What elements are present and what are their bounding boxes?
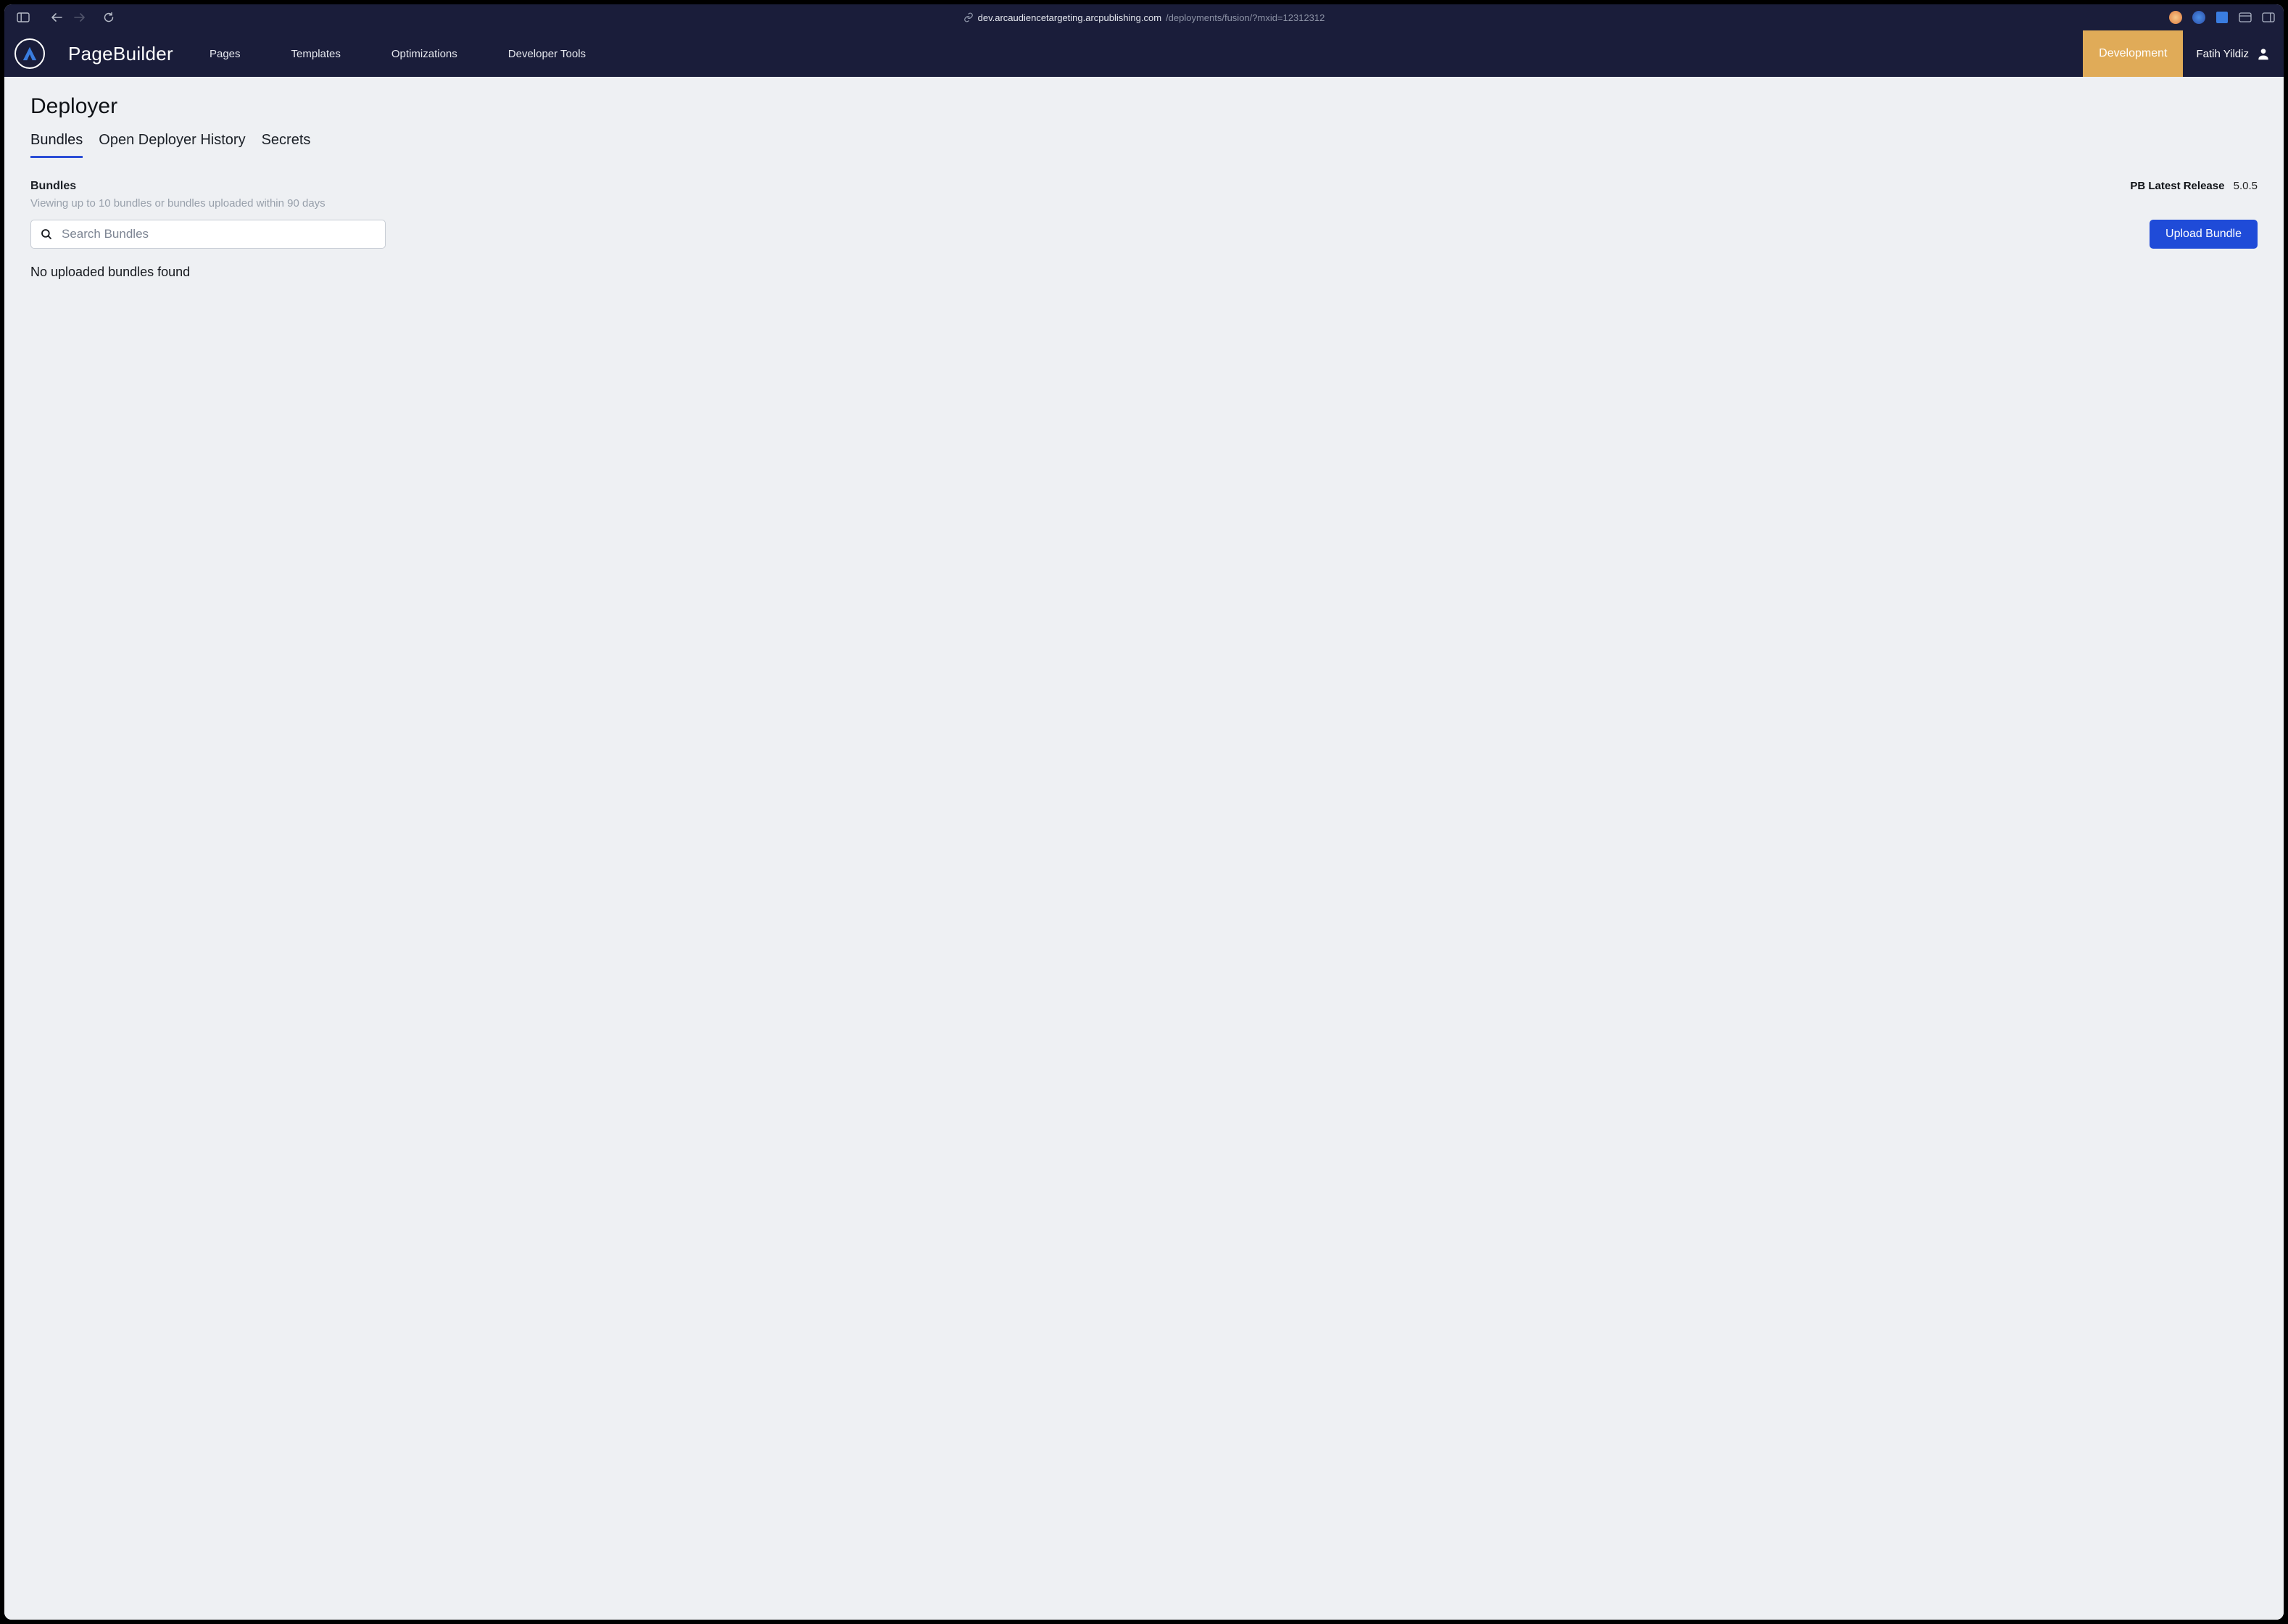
tab-open-deployer-history[interactable]: Open Deployer History xyxy=(99,132,245,158)
page-title: Deployer xyxy=(30,94,2258,119)
chrome-nav-group xyxy=(13,7,119,28)
top-nav: Pages Templates Optimizations Developer … xyxy=(210,48,586,60)
tab-secrets[interactable]: Secrets xyxy=(262,132,311,158)
section-title: Bundles xyxy=(30,180,76,193)
tab-bundles[interactable]: Bundles xyxy=(30,132,83,158)
url-path: /deployments/fusion/?mxid=12312312 xyxy=(1166,12,1325,23)
url-host: dev.arcaudiencetargeting.arcpublishing.c… xyxy=(978,12,1161,23)
nav-developer-tools[interactable]: Developer Tools xyxy=(508,48,586,60)
controls-row: Upload Bundle xyxy=(30,220,2258,249)
release-info: PB Latest Release 5.0.5 xyxy=(2130,180,2258,192)
app-window: dev.arcaudiencetargeting.arcpublishing.c… xyxy=(4,4,2284,1620)
main-content: Deployer Bundles Open Deployer History S… xyxy=(4,77,2284,1620)
nav-pages[interactable]: Pages xyxy=(210,48,241,60)
app-title[interactable]: PageBuilder xyxy=(68,43,173,65)
section-header-row: Bundles PB Latest Release 5.0.5 xyxy=(30,180,2258,193)
extension-icon[interactable] xyxy=(2192,11,2205,24)
page-tabs: Bundles Open Deployer History Secrets xyxy=(30,132,2258,158)
section-subtitle: Viewing up to 10 bundles or bundles uplo… xyxy=(30,197,2258,210)
upload-bundle-button[interactable]: Upload Bundle xyxy=(2150,220,2258,249)
user-name: Fatih Yildiz xyxy=(2196,48,2249,60)
window-split-icon[interactable] xyxy=(2239,12,2252,22)
environment-badge[interactable]: Development xyxy=(2083,30,2183,77)
nav-templates[interactable]: Templates xyxy=(291,48,341,60)
user-menu[interactable]: Fatih Yildiz xyxy=(2183,46,2284,61)
link-icon xyxy=(963,12,974,22)
search-bundles-input[interactable] xyxy=(62,227,376,241)
app-header: PageBuilder Pages Templates Optimization… xyxy=(4,30,2284,77)
url-bar[interactable]: dev.arcaudiencetargeting.arcpublishing.c… xyxy=(119,12,2169,23)
empty-bundles-message: No uploaded bundles found xyxy=(30,265,2258,280)
app-logo[interactable] xyxy=(14,38,45,69)
panel-icon[interactable] xyxy=(2262,12,2275,22)
chrome-extensions xyxy=(2169,11,2275,24)
forward-button[interactable] xyxy=(70,7,90,28)
search-icon xyxy=(40,228,53,241)
nav-optimizations[interactable]: Optimizations xyxy=(391,48,457,60)
sidebar-toggle-icon[interactable] xyxy=(13,7,33,28)
back-button[interactable] xyxy=(46,7,67,28)
extension-icon[interactable] xyxy=(2216,11,2229,24)
release-label: PB Latest Release xyxy=(2130,180,2224,192)
release-version: 5.0.5 xyxy=(2234,180,2258,192)
search-bundles-wrap[interactable] xyxy=(30,220,386,249)
user-icon xyxy=(2256,46,2271,61)
extension-icon[interactable] xyxy=(2169,11,2182,24)
reload-button[interactable] xyxy=(99,7,119,28)
browser-chrome: dev.arcaudiencetargeting.arcpublishing.c… xyxy=(4,4,2284,30)
